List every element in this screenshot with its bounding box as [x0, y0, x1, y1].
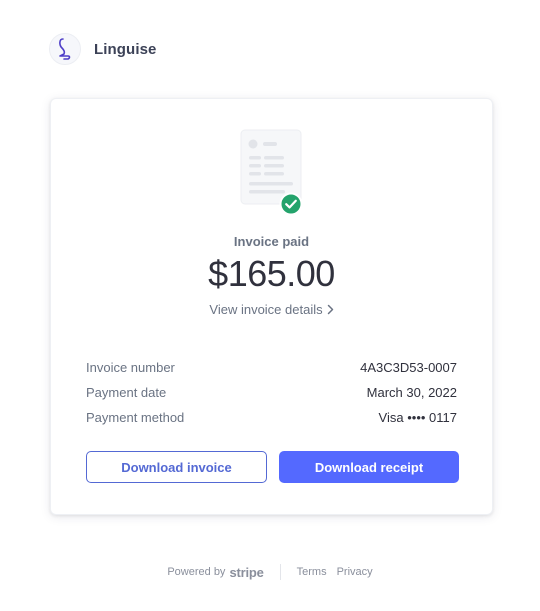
info-row-invoice-number: Invoice number 4A3C3D53-0007 — [86, 355, 457, 380]
stripe-logo: stripe — [229, 564, 264, 580]
view-invoice-details-label: View invoice details — [209, 302, 323, 317]
info-value: 4A3C3D53-0007 — [360, 360, 457, 375]
brand-header: Linguise — [49, 33, 156, 65]
brand-name: Linguise — [94, 40, 157, 58]
powered-by-stripe[interactable]: Powered by stripe — [167, 565, 263, 580]
invoice-info-list: Invoice number 4A3C3D53-0007 Payment dat… — [86, 355, 457, 430]
check-circle-icon — [279, 192, 303, 216]
info-value: Visa •••• 0117 — [378, 410, 457, 425]
invoice-card: Invoice paid $165.00 View invoice detail… — [50, 98, 493, 515]
privacy-link[interactable]: Privacy — [337, 566, 373, 578]
info-row-payment-method: Payment method Visa •••• 0117 — [86, 405, 457, 430]
info-row-payment-date: Payment date March 30, 2022 — [86, 380, 457, 405]
powered-by-label: Powered by — [167, 566, 226, 578]
invoice-document-icon — [240, 129, 303, 216]
info-value: March 30, 2022 — [366, 385, 457, 400]
info-label: Invoice number — [86, 360, 175, 375]
terms-link[interactable]: Terms — [297, 566, 327, 578]
info-label: Payment date — [86, 385, 167, 400]
view-invoice-details-link[interactable]: View invoice details — [51, 302, 492, 318]
linguise-logo-icon — [49, 33, 81, 65]
footer-divider — [279, 564, 281, 580]
info-label: Payment method — [86, 410, 185, 425]
download-receipt-button[interactable]: Download receipt — [279, 451, 459, 483]
invoice-amount: $165.00 — [208, 253, 335, 294]
chevron-right-icon — [327, 303, 334, 318]
footer: Powered by stripe Terms Privacy — [0, 564, 540, 580]
download-invoice-button[interactable]: Download invoice — [86, 451, 267, 483]
invoice-status-label: Invoice paid — [233, 234, 310, 249]
